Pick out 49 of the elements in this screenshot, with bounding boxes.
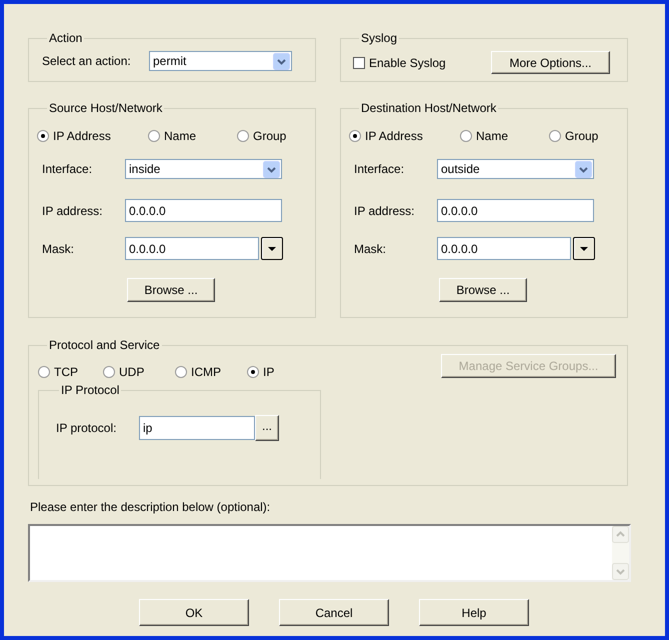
dropdown[interactable]: inside: [125, 159, 282, 179]
scroll-up-icon[interactable]: [612, 526, 629, 543]
group-title: Source Host/Network: [48, 101, 164, 115]
button[interactable]: Help: [419, 599, 529, 626]
field-label: Interface:: [354, 161, 406, 178]
dropdown-button[interactable]: [573, 237, 595, 260]
button[interactable]: ...: [255, 415, 279, 441]
field-label: Interface:: [42, 161, 94, 178]
radio-button[interactable]: TCP: [38, 364, 103, 380]
radio-button[interactable]: Group: [549, 128, 598, 144]
input-field[interactable]: 0.0.0.0: [437, 199, 594, 222]
caret-icon: [268, 246, 276, 250]
field-label: IP address:: [354, 202, 416, 220]
radio-button[interactable]: ICMP: [175, 364, 247, 380]
description-label: Please enter the description below (optional):: [30, 500, 272, 514]
checkbox[interactable]: Enable Syslog: [353, 54, 491, 72]
dropdown-button[interactable]: [261, 237, 283, 260]
field-label: IP address:: [42, 202, 104, 220]
field-label: Select an action:: [42, 53, 132, 70]
scroll-down-icon[interactable]: [612, 563, 629, 580]
radio-button[interactable]: Group: [237, 128, 286, 144]
field-label: IP protocol:: [56, 420, 118, 437]
input-field[interactable]: 0.0.0.0: [125, 237, 259, 260]
dropdown[interactable]: outside: [437, 159, 594, 179]
button[interactable]: More Options...: [491, 51, 610, 74]
radio-button[interactable]: Name: [148, 128, 237, 144]
input-field[interactable]: 0.0.0.0: [125, 199, 282, 222]
radio-button[interactable]: IP Address: [37, 128, 148, 144]
input-field[interactable]: ip: [139, 416, 255, 440]
dropdown[interactable]: permit: [149, 51, 292, 71]
group-title: Action: [48, 31, 84, 45]
button[interactable]: Cancel: [279, 599, 389, 626]
radio-button[interactable]: UDP: [103, 364, 175, 380]
caret-icon: [580, 246, 588, 250]
description-field[interactable]: [28, 524, 631, 582]
input-field[interactable]: 0.0.0.0: [437, 237, 571, 260]
field-label: Mask:: [42, 240, 76, 258]
radio-button[interactable]: IP Address: [349, 128, 460, 144]
group-title: Destination Host/Network: [360, 101, 498, 115]
radio-button[interactable]: Name: [460, 128, 549, 144]
button[interactable]: Browse ...: [127, 278, 215, 302]
button[interactable]: Browse ...: [439, 278, 527, 302]
button[interactable]: OK: [139, 599, 249, 626]
radio-button[interactable]: IP: [247, 364, 274, 380]
field-label: Mask:: [354, 240, 388, 258]
group-title: Protocol and Service: [48, 338, 161, 352]
group-title: Syslog: [360, 31, 398, 45]
scrollbar[interactable]: [612, 526, 629, 580]
group-title: IP Protocol: [60, 383, 120, 397]
